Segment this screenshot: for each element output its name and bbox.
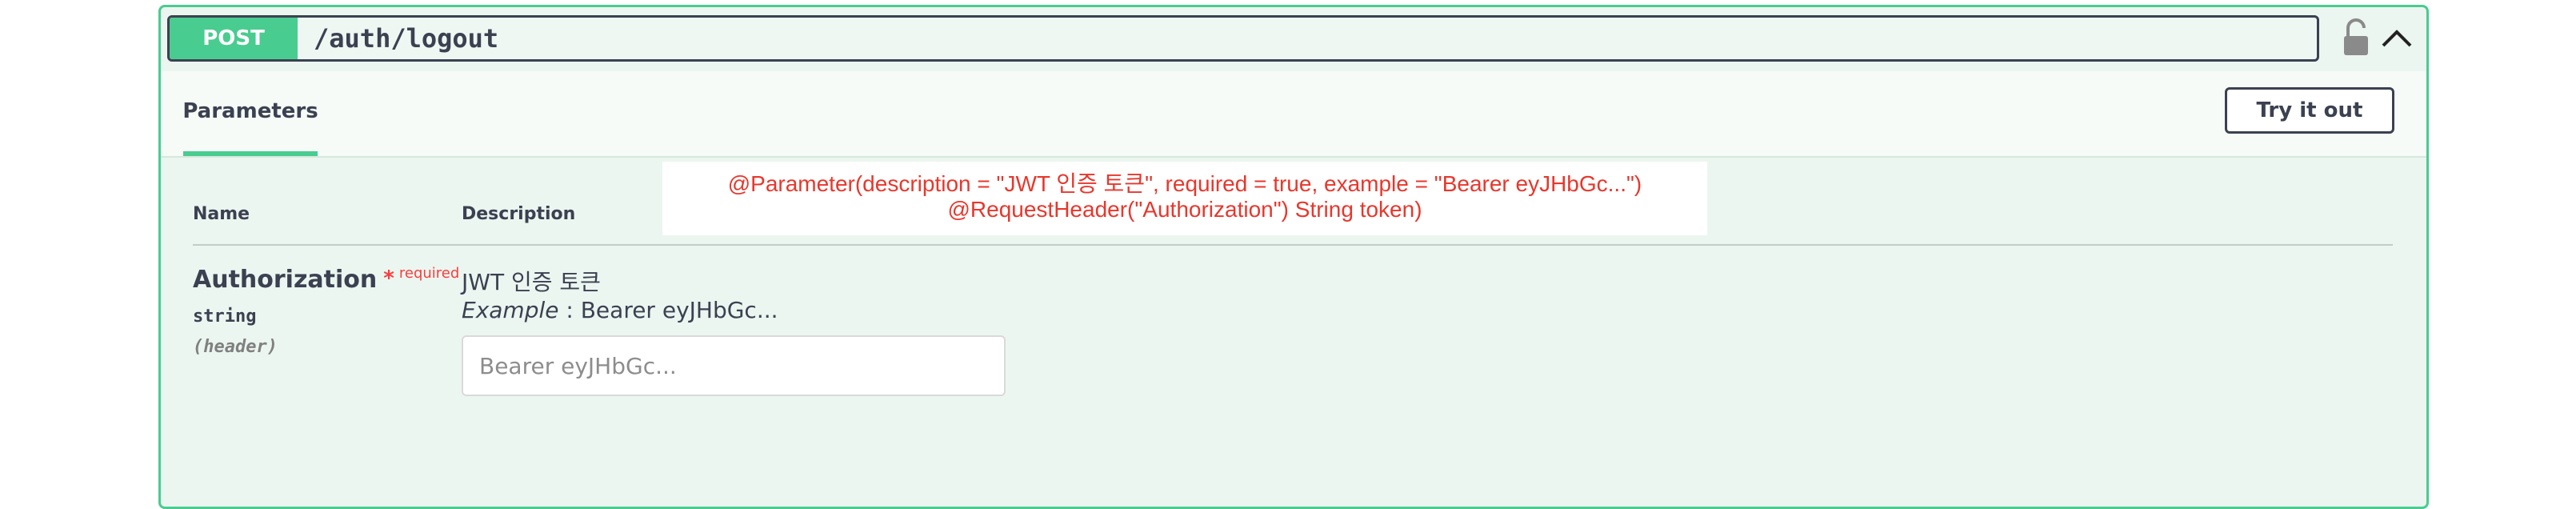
chevron-up-icon[interactable] (2377, 22, 2417, 54)
endpoint-path: /auth/logout (314, 23, 499, 54)
parameters-tab-bar: Parameters Try it out (161, 71, 2426, 158)
tab-parameters[interactable]: Parameters (182, 71, 318, 156)
parameter-example: Example : Bearer eyJHbGc... (462, 297, 778, 323)
lock-open-icon[interactable] (2340, 18, 2372, 57)
try-it-out-button[interactable]: Try it out (2225, 87, 2394, 134)
operation-summary[interactable]: POST /auth/logout (167, 15, 2319, 62)
http-method-badge: POST (170, 18, 298, 59)
code-annotation-overlay: @Parameter(description = "JWT 인증 토큰", re… (662, 162, 1707, 235)
column-header-name: Name (193, 204, 250, 224)
parameter-name: Authorization * required (193, 265, 459, 294)
operation-block-post-auth-logout: POST /auth/logout Parameters Try it out … (158, 5, 2429, 509)
table-header-divider (193, 244, 2393, 246)
required-label: required (398, 265, 460, 282)
parameter-type: string (193, 307, 257, 327)
authorization-header-input[interactable] (462, 335, 1006, 396)
parameter-description: JWT 인증 토큰 (462, 269, 601, 295)
column-header-description: Description (462, 204, 576, 224)
example-value: : Bearer eyJHbGc... (558, 297, 778, 323)
required-asterisk: * (383, 267, 394, 291)
example-label: Example (462, 297, 559, 323)
parameter-location: (header) (193, 337, 278, 357)
parameter-name-label: Authorization (193, 266, 378, 294)
